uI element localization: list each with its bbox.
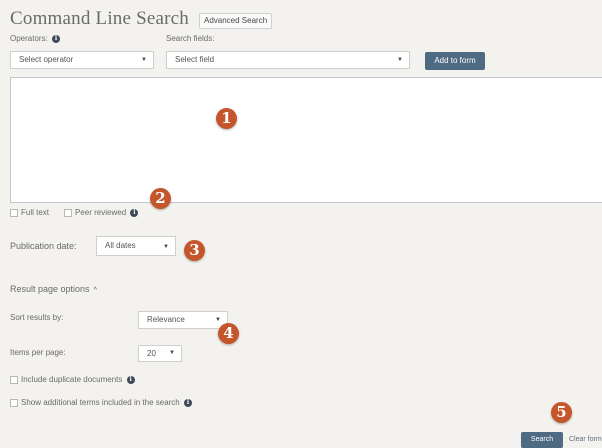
page-title: Command Line Search xyxy=(10,8,189,29)
publication-date-select[interactable]: All dates ▼ xyxy=(96,236,176,256)
per-page-label: Items per page: xyxy=(10,348,66,357)
sort-select-value: Relevance xyxy=(147,315,185,324)
sort-select[interactable]: Relevance ▼ xyxy=(138,311,228,329)
callout-badge-2: 2 xyxy=(150,188,171,209)
callout-badge-1: 1 xyxy=(216,108,237,129)
chevron-down-icon: ▼ xyxy=(169,350,175,356)
publication-date-label: Publication date: xyxy=(10,241,77,251)
info-icon[interactable]: i xyxy=(52,34,61,43)
operators-label-row: Operators: i xyxy=(10,34,61,43)
operator-select-value: Select operator xyxy=(19,55,74,64)
fulltext-checkbox[interactable] xyxy=(10,208,18,217)
include-duplicates-option[interactable]: Include duplicate documents i xyxy=(10,375,135,384)
sort-label: Sort results by: xyxy=(10,313,64,322)
per-page-select[interactable]: 20 ▼ xyxy=(138,345,182,362)
info-icon[interactable]: i xyxy=(184,398,192,407)
query-textarea[interactable] xyxy=(10,77,602,203)
chevron-down-icon: ▼ xyxy=(397,57,403,63)
info-icon[interactable]: i xyxy=(126,375,135,384)
show-additional-terms-label: Show additional terms included in the se… xyxy=(21,398,180,407)
search-fields-label: Search fields: xyxy=(166,34,215,43)
result-options-heading: Result page options xyxy=(10,284,90,294)
add-to-form-button[interactable]: Add to form xyxy=(425,52,485,70)
chevron-down-icon: ▼ xyxy=(163,244,169,250)
fulltext-label: Full text xyxy=(21,208,50,217)
callout-badge-3: 3 xyxy=(184,240,205,261)
chevron-down-icon: ▼ xyxy=(141,57,147,63)
peer-reviewed-filter[interactable]: Peer reviewed i xyxy=(64,208,139,217)
peer-reviewed-label: Peer reviewed xyxy=(75,208,127,217)
include-duplicates-checkbox[interactable] xyxy=(10,375,18,384)
chevron-up-icon: ^ xyxy=(93,287,97,294)
field-select-value: Select field xyxy=(175,55,215,64)
field-select[interactable]: Select field ▼ xyxy=(166,51,410,69)
fulltext-filter[interactable]: Full text xyxy=(10,208,49,217)
callout-badge-4: 4 xyxy=(218,323,239,344)
advanced-search-link[interactable]: Advanced Search xyxy=(199,13,273,29)
operator-select[interactable]: Select operator ▼ xyxy=(10,51,154,69)
result-options-toggle[interactable]: Result page options ^ xyxy=(10,284,97,294)
operators-label: Operators: xyxy=(10,34,48,43)
publication-date-value: All dates xyxy=(105,241,136,250)
info-icon[interactable]: i xyxy=(130,208,139,217)
callout-badge-5: 5 xyxy=(551,402,572,423)
peer-reviewed-checkbox[interactable] xyxy=(64,208,72,217)
per-page-value: 20 xyxy=(147,349,156,358)
show-additional-terms-option[interactable]: Show additional terms included in the se… xyxy=(10,398,192,407)
show-additional-terms-checkbox[interactable] xyxy=(10,398,18,407)
clear-form-link[interactable]: Clear form xyxy=(569,436,602,443)
include-duplicates-label: Include duplicate documents xyxy=(21,375,123,384)
